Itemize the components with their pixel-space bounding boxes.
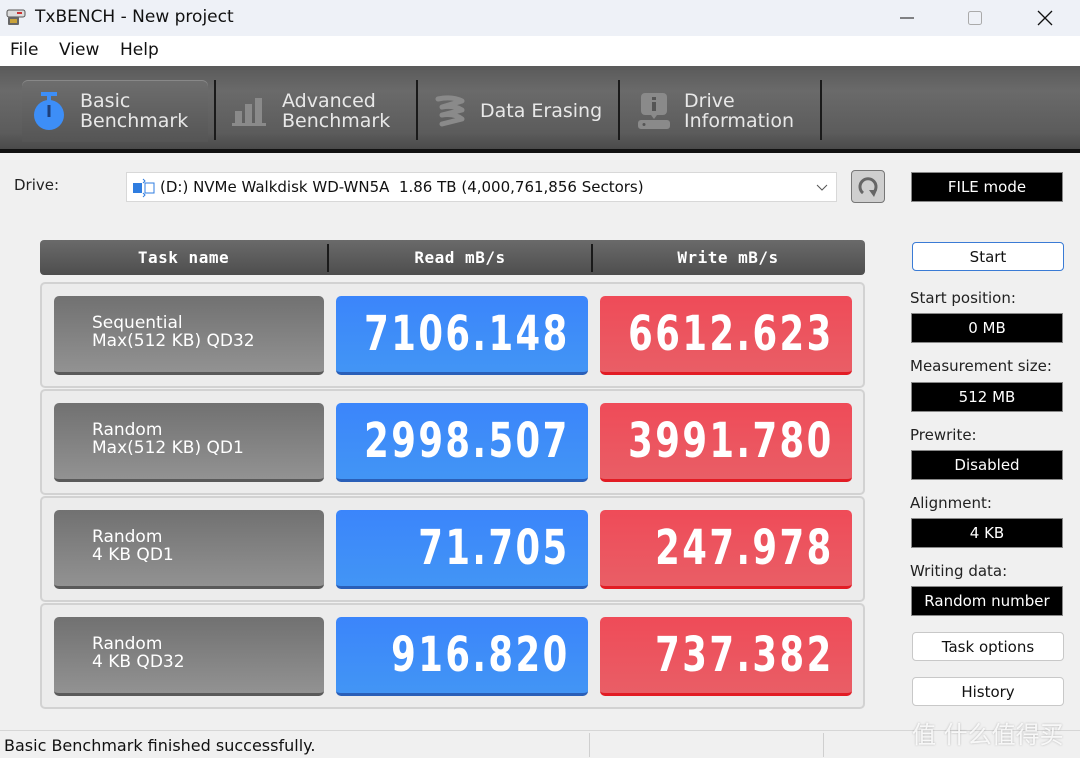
- minimize-icon: [900, 17, 914, 19]
- start-position-label: Start position:: [910, 289, 1016, 307]
- tab-advanced-benchmark[interactable]: Advanced Benchmark: [220, 80, 415, 142]
- task-button-rnd-4k-qd32[interactable]: Random 4 KB QD32: [54, 617, 324, 696]
- toolbar-separator: [820, 80, 822, 140]
- table-header: Task name Read mB/s Write mB/s: [40, 240, 865, 275]
- chevron-down-icon: [816, 184, 828, 191]
- measurement-size-value: 512 MB: [911, 382, 1063, 412]
- window-title: TxBENCH - New project: [35, 7, 234, 27]
- toolbar-separator: [618, 80, 620, 140]
- start-position-value: 0 MB: [911, 313, 1063, 343]
- refresh-icon: [858, 176, 878, 197]
- task-line1: Sequential: [92, 313, 183, 333]
- read-value: 71.705: [336, 510, 588, 589]
- drive-label: Drive:: [14, 176, 60, 194]
- task-button-rnd-4k-qd1[interactable]: Random 4 KB QD1: [54, 510, 324, 589]
- refresh-button[interactable]: [851, 170, 885, 203]
- tab-basic-benchmark[interactable]: Basic Benchmark: [22, 80, 208, 142]
- task-line1: Random: [92, 420, 163, 440]
- writing-data-value: Random number: [911, 586, 1063, 616]
- write-value: 737.382: [600, 617, 852, 696]
- drive-icon: [133, 178, 155, 198]
- header-task-name: Task name: [137, 248, 230, 267]
- menu-bar: File View Help: [0, 36, 1080, 66]
- table-row: Random Max(512 KB) QD1 2998.507 3991.780: [40, 389, 865, 495]
- writing-data-label: Writing data:: [910, 562, 1008, 580]
- table-row: Sequential Max(512 KB) QD32 7106.148 661…: [40, 282, 865, 388]
- menu-view[interactable]: View: [59, 40, 99, 60]
- drive-info-icon: [638, 93, 670, 129]
- write-value: 6612.623: [600, 296, 852, 375]
- write-value: 247.978: [600, 510, 852, 589]
- task-line2: Max(512 KB) QD1: [92, 438, 244, 458]
- tab-data-erasing[interactable]: Data Erasing: [420, 80, 618, 142]
- maximize-icon: [968, 11, 982, 25]
- table-row: Random 4 KB QD32 916.820 737.382: [40, 603, 865, 709]
- tab-advanced-line2: Benchmark: [282, 110, 391, 132]
- maximize-button[interactable]: [940, 0, 1010, 36]
- alignment-value: 4 KB: [911, 518, 1063, 548]
- bar-chart-icon: [232, 98, 266, 126]
- read-value: 2998.507: [336, 403, 588, 482]
- tab-basic-line2: Benchmark: [80, 110, 189, 132]
- drive-select[interactable]: (D:) NVMe Walkdisk WD-WN5A 1.86 TB (4,00…: [126, 172, 837, 202]
- tab-advanced-line1: Advanced: [282, 90, 376, 112]
- header-write: Write mB/s: [677, 248, 779, 267]
- minimize-button[interactable]: [872, 0, 942, 36]
- read-value: 916.820: [336, 617, 588, 696]
- task-line1: Random: [92, 634, 163, 654]
- alignment-label: Alignment:: [910, 494, 992, 512]
- close-button[interactable]: [1010, 0, 1080, 36]
- tab-erasing-label: Data Erasing: [480, 100, 603, 122]
- task-line2: 4 KB QD32: [92, 652, 185, 672]
- task-button-rnd-512k-qd1[interactable]: Random Max(512 KB) QD1: [54, 403, 324, 482]
- task-options-button[interactable]: Task options: [912, 632, 1064, 661]
- header-read: Read mB/s: [414, 248, 506, 267]
- tab-basic-line1: Basic: [80, 90, 131, 112]
- toolbar-separator: [416, 80, 418, 140]
- task-line2: 4 KB QD1: [92, 545, 174, 565]
- read-value: 7106.148: [336, 296, 588, 375]
- mode-indicator: FILE mode: [911, 172, 1063, 202]
- prewrite-value: Disabled: [911, 450, 1063, 480]
- spring-icon: [435, 95, 465, 127]
- tab-drive-line1: Drive: [684, 90, 735, 112]
- prewrite-label: Prewrite:: [910, 426, 977, 444]
- status-message: Basic Benchmark finished successfully.: [4, 736, 316, 755]
- status-separator: [823, 733, 824, 757]
- status-separator: [589, 733, 590, 757]
- measurement-size-label: Measurement size:: [910, 357, 1052, 375]
- task-button-seq-qd32[interactable]: Sequential Max(512 KB) QD32: [54, 296, 324, 375]
- app-icon: [6, 9, 26, 25]
- toolbar: Basic Benchmark Advanced Benchmark Data …: [0, 66, 1080, 153]
- drive-select-value: (D:) NVMe Walkdisk WD-WN5A 1.86 TB (4,00…: [160, 178, 644, 196]
- history-button[interactable]: History: [912, 677, 1064, 706]
- close-icon: [1037, 10, 1053, 26]
- tab-drive-line2: Information: [684, 110, 794, 132]
- write-value: 3991.780: [600, 403, 852, 482]
- tab-drive-information[interactable]: Drive Information: [622, 80, 818, 142]
- table-row: Random 4 KB QD1 71.705 247.978: [40, 496, 865, 602]
- menu-file[interactable]: File: [10, 40, 38, 60]
- toolbar-separator: [214, 80, 216, 140]
- title-bar: TxBENCH - New project: [0, 0, 1080, 36]
- stopwatch-icon: [34, 92, 64, 130]
- menu-help[interactable]: Help: [120, 40, 159, 60]
- task-line1: Random: [92, 527, 163, 547]
- task-line2: Max(512 KB) QD32: [92, 331, 255, 351]
- start-button[interactable]: Start: [912, 242, 1064, 271]
- watermark: 值 什么值得买: [912, 721, 1064, 749]
